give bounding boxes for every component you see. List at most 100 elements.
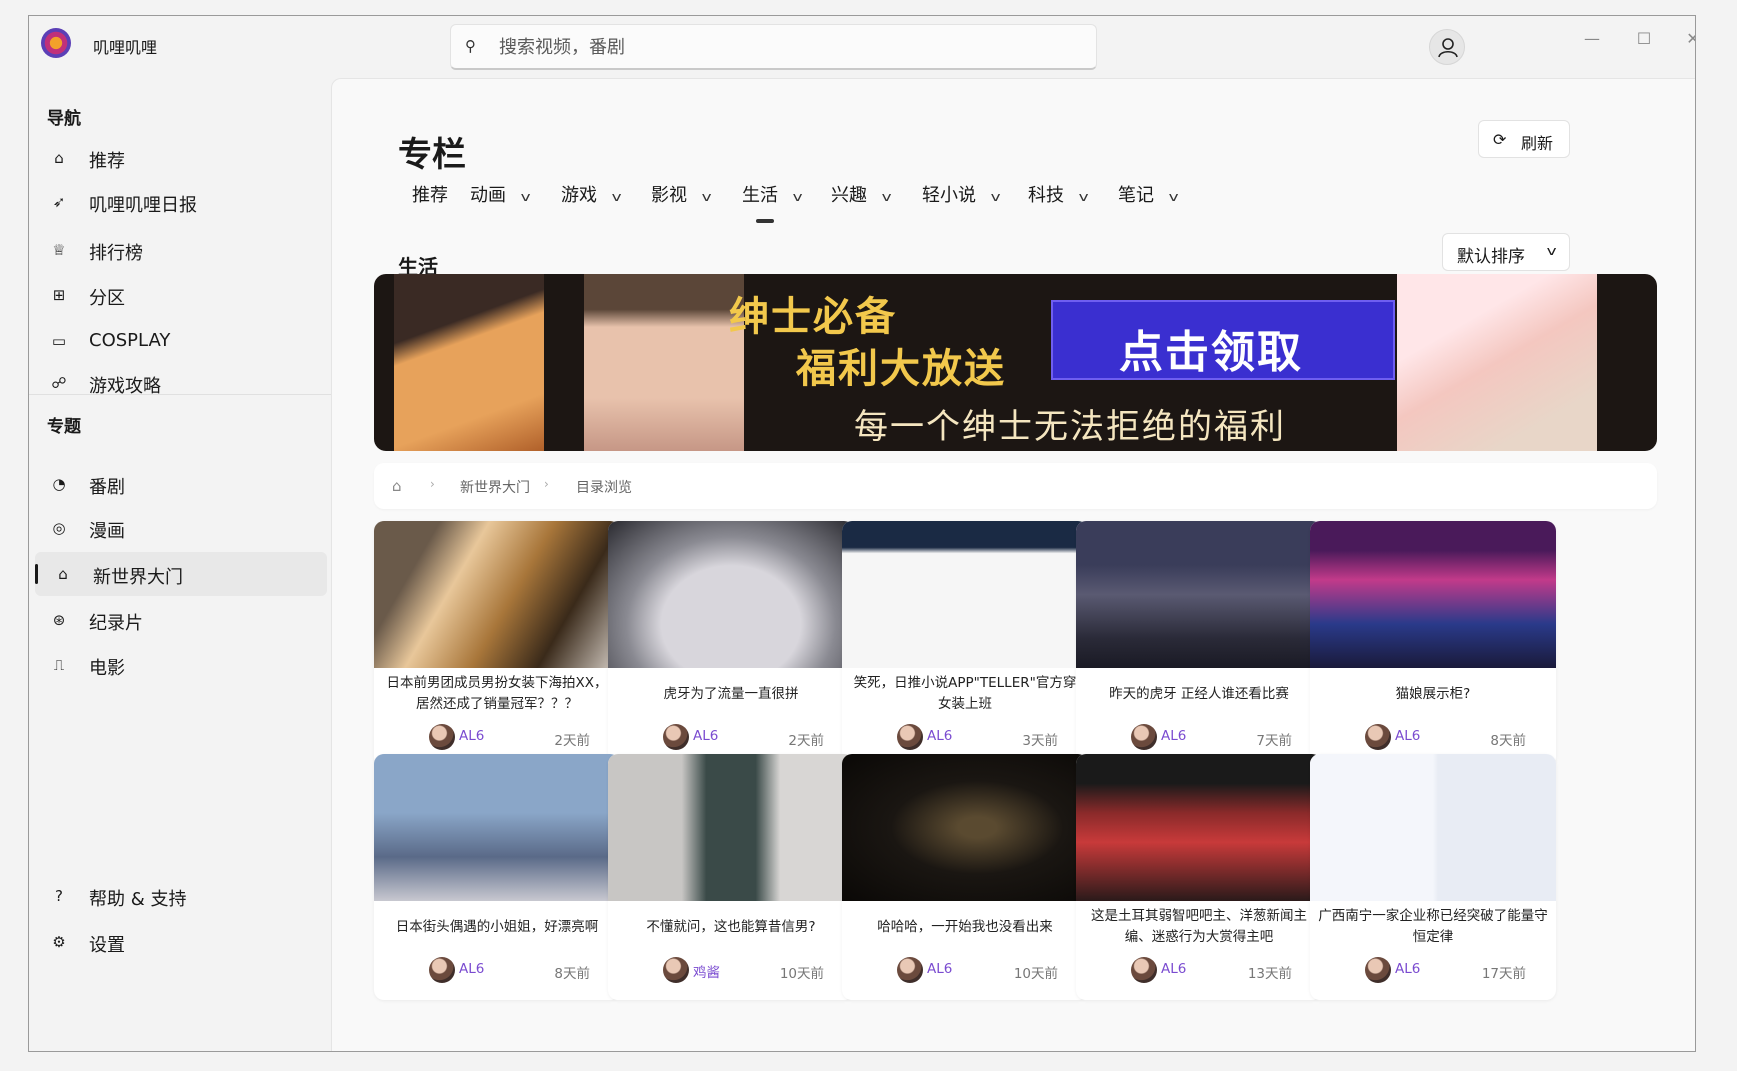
sidebar-item-cosplay[interactable]: ▭ COSPLAY (35, 319, 327, 363)
sidebar-item-movie[interactable]: ⎍ 电影 (35, 643, 327, 687)
tab-label: 动画 (470, 185, 506, 206)
sidebar-item-anime[interactable]: ◔ 番剧 (35, 462, 327, 506)
sidebar-item-settings[interactable]: ⚙ 设置 (35, 920, 327, 964)
chevron-down-icon[interactable]: v (1169, 190, 1179, 204)
active-indicator (35, 564, 38, 584)
banner-cta-button[interactable]: 点击领取 (1051, 300, 1395, 380)
article-author[interactable]: AL6 (927, 961, 952, 977)
avatar (1131, 724, 1157, 750)
tab-animation[interactable]: 动画 v (470, 181, 531, 221)
chevron-down-icon[interactable]: v (793, 190, 803, 204)
refresh-button[interactable]: ⟳ 刷新 (1478, 120, 1570, 158)
page-title: 专栏 (398, 135, 466, 175)
search-input[interactable] (499, 31, 1079, 63)
article-author[interactable]: 鸡酱 (693, 961, 720, 981)
article-card[interactable]: 笑死，日推小说APP"TELLER"官方穿女装上班 AL6 3天前 (842, 521, 1088, 767)
tab-label: 科技 (1028, 185, 1064, 206)
article-title: 日本前男团成员男扮女装下海拍XX，居然还成了销量冠军？？？ (386, 675, 608, 712)
article-thumbnail (842, 754, 1088, 901)
article-title: 广西南宁一家企业称已经突破了能量守恒定律 (1318, 908, 1548, 945)
sidebar-item-game-guide[interactable]: ☍ 游戏攻略 (35, 361, 327, 405)
sidebar-item-help[interactable]: ? 帮助 & 支持 (35, 874, 327, 918)
sidebar-item-label: 分区 (89, 288, 125, 309)
article-card[interactable]: 昨天的虎牙 正经人谁还看比赛 AL6 7天前 (1076, 521, 1322, 767)
tab-tech[interactable]: 科技 v (1028, 181, 1089, 221)
breadcrumb: ⌂ › 新世界大门 › 目录浏览 (374, 463, 1657, 509)
article-author[interactable]: AL6 (1161, 961, 1186, 977)
tab-recommend[interactable]: 推荐 (412, 181, 448, 221)
tab-interest[interactable]: 兴趣 v (831, 181, 892, 221)
sidebar-item-manga[interactable]: ◎ 漫画 (35, 506, 327, 550)
user-icon (1438, 38, 1458, 58)
article-card[interactable]: 广西南宁一家企业称已经突破了能量守恒定律 AL6 17天前 (1310, 754, 1556, 1000)
chevron-down-icon[interactable]: v (991, 190, 1001, 204)
article-card[interactable]: 这是土耳其弱智吧吧主、洋葱新闻主编、迷惑行为大赏得主吧 AL6 13天前 (1076, 754, 1322, 1000)
sidebar-item-label: 新世界大门 (93, 567, 183, 588)
sidebar-item-daily[interactable]: ➶ 叽哩叽哩日报 (35, 180, 327, 224)
search-box[interactable]: ⚲ (450, 24, 1097, 70)
tab-label: 推荐 (412, 185, 448, 206)
clapper-icon: ⎍ (53, 656, 65, 674)
sidebar-item-partition[interactable]: ⊞ 分区 (35, 273, 327, 317)
chevron-down-icon[interactable]: v (1079, 190, 1089, 204)
sidebar-item-documentary[interactable]: ⊛ 纪录片 (35, 598, 327, 642)
avatar (1365, 724, 1391, 750)
article-title: 虎牙为了流量一直很拼 (663, 685, 799, 702)
article-time: 10天前 (1013, 966, 1058, 982)
article-author[interactable]: AL6 (459, 961, 484, 977)
banner-tagline: 每一个绅士无法拒绝的福利 (854, 407, 1286, 447)
article-title: 哈哈哈，一开始我也没看出来 (877, 918, 1053, 935)
article-card[interactable]: 虎牙为了流量一直很拼 AL6 2天前 (608, 521, 854, 767)
article-card[interactable]: 猫娘展示柜? AL6 8天前 (1310, 521, 1556, 767)
sidebar-item-new-world[interactable]: ⌂ 新世界大门 (35, 552, 327, 596)
breadcrumb-item[interactable]: 目录浏览 (576, 477, 632, 497)
close-button[interactable]: ✕ (1673, 22, 1695, 56)
article-card[interactable]: 日本街头偶遇的小姐姐，好漂亮啊 AL6 8天前 (374, 754, 620, 1000)
tab-light-novel[interactable]: 轻小说 v (922, 181, 1001, 221)
home-icon: ⌂ (54, 149, 64, 167)
article-author[interactable]: AL6 (1395, 961, 1420, 977)
article-author[interactable]: AL6 (927, 728, 952, 744)
article-thumbnail (608, 754, 854, 901)
tab-film[interactable]: 影视 v (651, 181, 712, 221)
article-thumbnail (1076, 754, 1322, 901)
sidebar-item-label: 推荐 (89, 151, 125, 172)
sidebar-item-ranking[interactable]: ♕ 排行榜 (35, 228, 327, 272)
tab-notes[interactable]: 笔记 v (1118, 181, 1179, 221)
chevron-down-icon[interactable]: v (521, 190, 531, 204)
home-icon[interactable]: ⌂ (392, 477, 402, 495)
chevron-down-icon[interactable]: v (702, 190, 712, 204)
sidebar-item-label: COSPLAY (89, 330, 171, 351)
banner-headline: 绅士必备 (729, 294, 897, 340)
article-author[interactable]: AL6 (1161, 728, 1186, 744)
promo-banner[interactable]: 绅士必备 福利大放送 点击领取 每一个绅士无法拒绝的福利 (374, 274, 1657, 451)
sort-label: 默认排序 (1457, 247, 1525, 267)
chevron-down-icon[interactable]: v (882, 190, 892, 204)
breadcrumb-item[interactable]: 新世界大门 (460, 477, 530, 497)
sidebar-divider (29, 394, 331, 395)
tab-game[interactable]: 游戏 v (561, 181, 622, 221)
minimize-button[interactable]: — (1569, 22, 1615, 56)
article-author[interactable]: AL6 (693, 728, 718, 744)
tab-life[interactable]: 生活 v (742, 181, 803, 221)
article-time: 2天前 (788, 733, 824, 749)
tab-label: 游戏 (561, 185, 597, 206)
grid-icon: ⊞ (52, 286, 66, 304)
door-icon: ⌂ (58, 565, 68, 583)
title-bar: 叽哩叽哩 ⚲ — ☐ ✕ (29, 16, 1695, 78)
sidebar-item-recommend[interactable]: ⌂ 推荐 (35, 136, 327, 180)
maximize-button[interactable]: ☐ (1621, 22, 1667, 56)
article-author[interactable]: AL6 (459, 728, 484, 744)
article-card[interactable]: 哈哈哈，一开始我也没看出来 AL6 10天前 (842, 754, 1088, 1000)
sort-dropdown[interactable]: 默认排序 v (1442, 233, 1570, 271)
help-icon: ? (55, 887, 63, 905)
refresh-label: 刷新 (1521, 134, 1554, 153)
avatar (897, 724, 923, 750)
article-card[interactable]: 日本前男团成员男扮女装下海拍XX，居然还成了销量冠军？？？ AL6 2天前 (374, 521, 620, 767)
rocket-icon: ➶ (52, 193, 66, 211)
article-author[interactable]: AL6 (1395, 728, 1420, 744)
article-card[interactable]: 不懂就问，这也能算昔信男? 鸡酱 10天前 (608, 754, 854, 1000)
article-time: 3天前 (1022, 733, 1058, 749)
chevron-down-icon[interactable]: v (612, 190, 622, 204)
user-avatar-button[interactable] (1429, 29, 1465, 65)
